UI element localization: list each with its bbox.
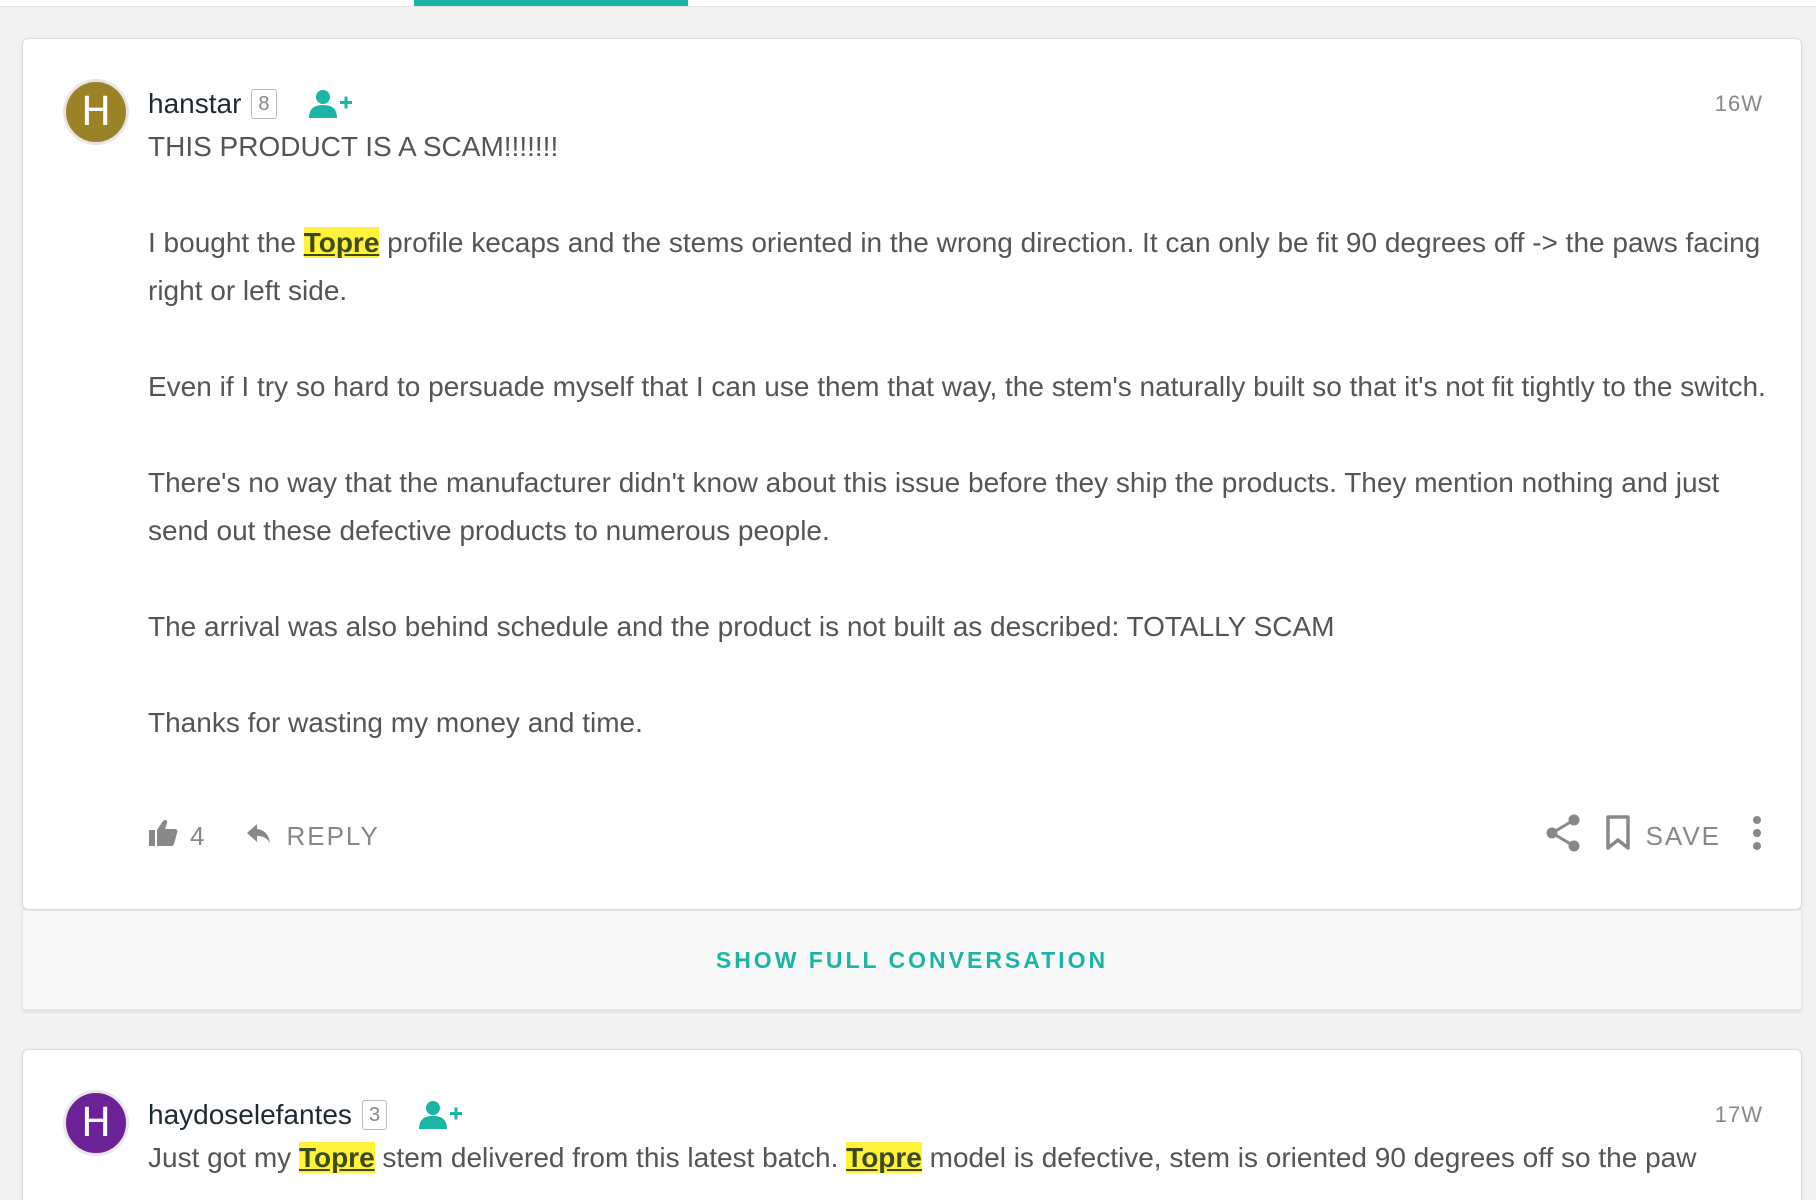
show-full-conversation-label: SHOW FULL CONVERSATION [715, 946, 1109, 973]
save-label: SAVE [1645, 820, 1721, 851]
comment-card: H hanstar 8 16W THIS PRODUCT IS A SCAM!!… [22, 38, 1802, 910]
reply-button[interactable]: REPLY [246, 821, 379, 852]
timestamp: 16W [1714, 91, 1763, 116]
show-full-conversation-button[interactable]: SHOW FULL CONVERSATION [22, 910, 1802, 1010]
search-highlight: Topre [298, 1142, 375, 1173]
search-highlight: Topre [846, 1142, 922, 1173]
comment-paragraph: Even if I try so hard to persuade myself… [148, 371, 1766, 402]
like-count: 4 [190, 820, 207, 851]
text-segment: profile kecaps and the stems oriented in… [148, 227, 1761, 306]
reply-arrow-icon [246, 821, 272, 852]
active-tab-indicator [414, 0, 688, 6]
reputation-badge: 3 [361, 1100, 388, 1130]
comments-page: H hanstar 8 16W THIS PRODUCT IS A SCAM!!… [0, 0, 1816, 1200]
comment-paragraph: I bought the Topre profile kecaps and th… [148, 219, 1773, 315]
follow-user-icon[interactable] [307, 88, 353, 120]
text-segment: model is defective, stem is oriented 90 … [921, 1142, 1697, 1173]
avatar[interactable]: H [63, 1090, 129, 1156]
username[interactable]: hanstar [148, 88, 241, 120]
avatar[interactable]: H [63, 79, 129, 145]
share-button[interactable] [1544, 813, 1582, 860]
text-segment: I bought the [148, 227, 304, 258]
comment-body: Just got my Topre stem delivered from th… [148, 1134, 1773, 1200]
more-vertical-icon [1751, 815, 1763, 858]
comment-paragraph: The arrival was also behind schedule and… [148, 611, 1335, 642]
username[interactable]: haydoselefantes [148, 1099, 352, 1131]
comment-header: haydoselefantes 3 [148, 1095, 463, 1135]
reputation-badge: 8 [251, 89, 277, 119]
like-button[interactable]: 4 [148, 819, 206, 854]
bookmark-icon [1604, 814, 1632, 858]
tab-bar [0, 0, 1816, 7]
save-button[interactable]: SAVE [1604, 814, 1721, 858]
comment-paragraph: There's no way that the manufacturer did… [148, 467, 1720, 546]
comment-card: H haydoselefantes 3 17W Just got my Topr… [22, 1049, 1802, 1200]
timestamp: 17W [1714, 1102, 1763, 1127]
follow-user-icon[interactable] [417, 1099, 463, 1131]
comment-paragraph: Thanks for wasting my money and time. [148, 707, 643, 738]
comment-paragraph: THIS PRODUCT IS A SCAM!!!!!!! [148, 131, 559, 162]
comment-header: hanstar 8 [148, 84, 353, 124]
text-segment: Just got my [148, 1142, 299, 1173]
reply-label: REPLY [286, 820, 380, 851]
comment-actions: 4 REPLY SAVE [148, 814, 1763, 858]
comment-paragraph: Just got my Topre stem delivered from th… [148, 1134, 1773, 1182]
more-options-button[interactable] [1751, 815, 1763, 858]
text-segment: stem delivered from this latest batch. [374, 1142, 847, 1173]
comment-body: THIS PRODUCT IS A SCAM!!!!!!! I bought t… [148, 123, 1773, 747]
share-icon [1544, 813, 1582, 860]
thumbs-up-icon [148, 819, 178, 854]
search-highlight: Topre [303, 227, 380, 258]
